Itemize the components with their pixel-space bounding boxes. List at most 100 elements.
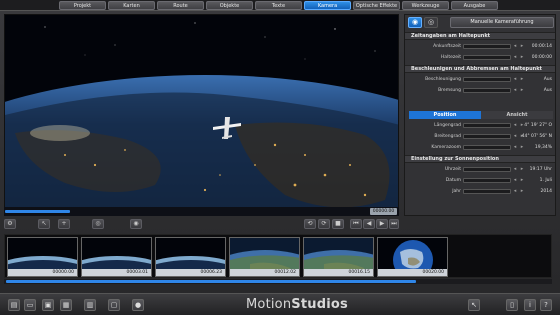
decrement-icon[interactable]: ◂ xyxy=(512,133,518,140)
book-icon[interactable]: ▯ xyxy=(506,299,518,311)
bottom-toolbar: ▤ ▭ ▣ ▦ ▥ ▢ ● MotionStudios ↖ ▯ i ? xyxy=(0,293,560,315)
increment-icon[interactable]: ▸ xyxy=(519,87,525,94)
camera-auto-icon[interactable]: ◉ xyxy=(408,17,422,28)
loop-icon[interactable]: ⟳ xyxy=(318,219,330,229)
keyframe-thumbnail[interactable]: ★00012.02 xyxy=(229,237,300,277)
open-folder-icon[interactable]: ▭ xyxy=(24,299,36,311)
decrement-icon[interactable]: ◂ xyxy=(512,54,518,61)
increment-icon[interactable]: ▸ xyxy=(519,188,525,195)
increment-icon[interactable]: ▸ xyxy=(519,43,525,50)
tab-ausgabe[interactable]: Ausgabe xyxy=(451,1,498,10)
camera-add-icon[interactable]: ◉ xyxy=(130,219,142,229)
keyframe-thumbnail[interactable]: ★00016.15 xyxy=(303,237,374,277)
setting-row: Breitengrad ◂ ▸ 44° 07' 56" N xyxy=(405,132,555,141)
tab-kamera[interactable]: Kamera xyxy=(304,1,351,10)
setting-slider[interactable] xyxy=(463,77,511,82)
add-point-icon[interactable]: + xyxy=(58,219,70,229)
tab-position[interactable]: Position xyxy=(409,111,481,119)
setting-slider[interactable] xyxy=(463,178,511,183)
record-icon[interactable]: ● xyxy=(132,299,144,311)
skip-back-icon[interactable]: ⏮ xyxy=(350,219,362,229)
app-window: Projekt Karten Route Objekte Texte Kamera Opti… xyxy=(0,0,560,315)
decrement-icon[interactable]: ◂ xyxy=(512,188,518,195)
keyframe-thumbnail[interactable]: ★00003.01 xyxy=(81,237,152,277)
tab-route[interactable]: Route xyxy=(157,1,204,10)
help-icon[interactable]: ? xyxy=(540,299,552,311)
prev-frame-icon[interactable]: ◀ xyxy=(363,219,375,229)
decrement-icon[interactable]: ◂ xyxy=(512,43,518,50)
setting-label: Breitengrad xyxy=(434,134,461,139)
keyframe-thumbnail[interactable]: ★00006.23 xyxy=(155,237,226,277)
increment-icon[interactable]: ▸ xyxy=(519,54,525,61)
increment-icon[interactable]: ▸ xyxy=(519,76,525,83)
setting-slider[interactable] xyxy=(463,189,511,194)
tab-projekt[interactable]: Projekt xyxy=(59,1,106,10)
filmstrip-scrollbar[interactable] xyxy=(4,279,552,284)
setting-value: Aus xyxy=(543,88,552,93)
setting-row: Uhrzeit ◂ ▸ 19:17 Uhr xyxy=(405,165,555,174)
info-icon[interactable]: i xyxy=(524,299,536,311)
setting-slider[interactable] xyxy=(463,134,511,139)
play-icon[interactable]: ▶ xyxy=(376,219,388,229)
camera-point-icon[interactable]: ◎ xyxy=(92,219,104,229)
tab-optische-effekte[interactable]: Optische Effekte xyxy=(353,1,400,10)
setting-slider[interactable] xyxy=(463,145,511,150)
increment-icon[interactable]: ▸ xyxy=(519,144,525,151)
settings-icon[interactable]: ⚙ xyxy=(4,219,16,229)
setting-value: 19:17 Uhr xyxy=(529,167,552,172)
save-as-icon[interactable]: ▦ xyxy=(60,299,72,311)
setting-value: 2014 xyxy=(540,189,552,194)
keyframe-time: 00016.15 xyxy=(304,269,373,276)
setting-row: Jahr ◂ ▸ 2014 xyxy=(405,187,555,196)
cursor-tool-icon[interactable]: ↖ xyxy=(468,299,480,311)
setting-row: Längengrad ◂ ▸ 4° 19' 27" O xyxy=(405,121,555,130)
save-icon[interactable]: ▣ xyxy=(42,299,54,311)
keyframe-time: 00003.01 xyxy=(82,269,151,276)
skip-forward-icon[interactable]: ⏭ xyxy=(389,219,399,229)
decrement-icon[interactable]: ◂ xyxy=(512,87,518,94)
setting-label: Haltezeit xyxy=(440,55,461,60)
keyframe-thumbnail[interactable]: ★00020.00 xyxy=(377,237,448,277)
setting-slider[interactable] xyxy=(463,88,511,93)
decrement-icon[interactable]: ◂ xyxy=(512,166,518,173)
setting-label: Datum xyxy=(445,178,461,183)
keyframe-time: 00006.23 xyxy=(156,269,225,276)
increment-icon[interactable]: ▸ xyxy=(519,166,525,173)
timecode-display: 00000.00 xyxy=(370,208,397,215)
setting-slider[interactable] xyxy=(463,167,511,172)
tab-texte[interactable]: Texte xyxy=(255,1,302,10)
top-tab-bar: Projekt Karten Route Objekte Texte Kamera Opti… xyxy=(0,0,560,11)
manual-camera-button[interactable]: Manuelle Kameraführung xyxy=(450,17,554,28)
decrement-icon[interactable]: ◂ xyxy=(512,144,518,151)
setting-slider[interactable] xyxy=(463,55,511,60)
timeline-bar[interactable]: 00000.00 xyxy=(4,207,399,216)
setting-label: Ankunftszeit xyxy=(433,44,461,49)
setting-label: Beschleunigung xyxy=(425,77,461,82)
setting-label: Längengrad xyxy=(434,123,461,128)
decrement-icon[interactable]: ◂ xyxy=(512,76,518,83)
decrement-icon[interactable]: ◂ xyxy=(512,177,518,184)
tab-karten[interactable]: Karten xyxy=(108,1,155,10)
increment-icon[interactable]: ▸ xyxy=(519,177,525,184)
export-icon[interactable]: ▥ xyxy=(84,299,96,311)
tab-werkzeuge[interactable]: Werkzeuge xyxy=(402,1,449,10)
section-sonnenposition: Einstellung zur Sonnenposition xyxy=(405,155,555,163)
monitor-icon[interactable]: ▢ xyxy=(108,299,120,311)
cursor-icon[interactable]: ↖ xyxy=(38,219,50,229)
camera-manual-icon[interactable]: ◎ xyxy=(424,17,438,28)
tab-ansicht[interactable]: Ansicht xyxy=(481,111,553,119)
camera-settings-panel: ◉ ◎ Manuelle Kameraführung Zeitangaben a… xyxy=(404,14,556,216)
keyframe-thumbnail[interactable]: ★00000.00 xyxy=(7,237,78,277)
setting-slider[interactable] xyxy=(463,44,511,49)
decrement-icon[interactable]: ◂ xyxy=(512,122,518,129)
map-viewport[interactable] xyxy=(4,14,399,216)
tab-objekte[interactable]: Objekte xyxy=(206,1,253,10)
setting-value: 1. Juli xyxy=(539,178,552,183)
setting-label: Uhrzeit xyxy=(444,167,461,172)
stop-icon[interactable]: ■ xyxy=(332,219,344,229)
new-file-icon[interactable]: ▤ xyxy=(8,299,20,311)
scrollbar-thumb[interactable] xyxy=(6,280,416,283)
rewind-icon[interactable]: ⟲ xyxy=(304,219,316,229)
setting-slider[interactable] xyxy=(463,123,511,128)
setting-value: 44° 07' 56" N xyxy=(521,134,552,139)
